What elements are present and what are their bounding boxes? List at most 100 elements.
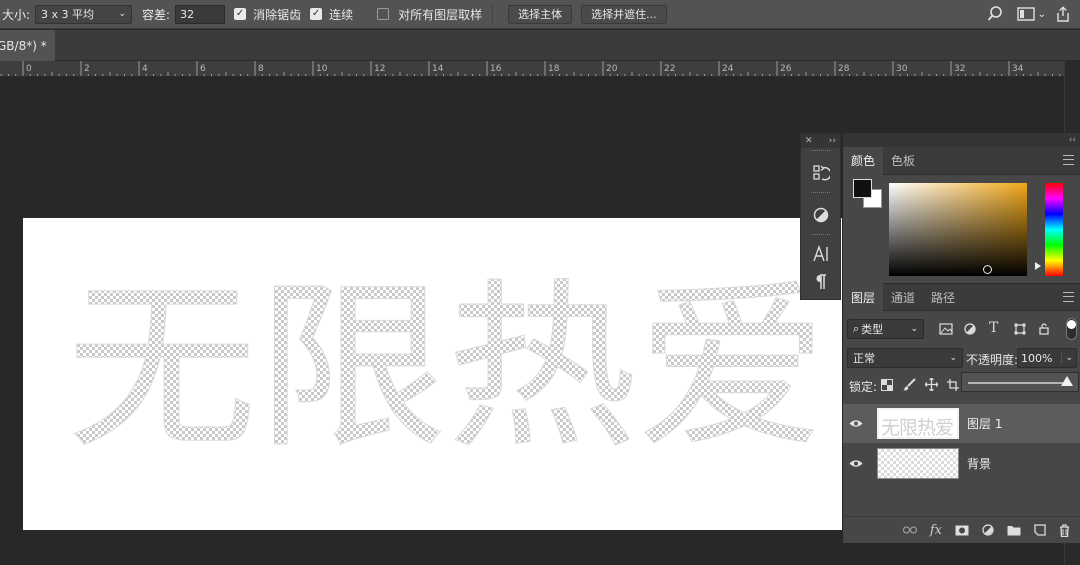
lock-position-icon[interactable] (925, 378, 938, 391)
chevron-down-icon: ⌄ (910, 324, 918, 334)
adjustment-icon[interactable] (982, 524, 994, 536)
ruler-label: 24 (722, 64, 734, 74)
adjustment-filter-icon[interactable] (964, 323, 976, 335)
grip[interactable] (811, 234, 830, 238)
type-filter-icon[interactable]: T (989, 320, 998, 336)
grip[interactable] (811, 150, 830, 154)
grip[interactable] (811, 192, 830, 196)
ruler-label: 20 (606, 64, 618, 74)
chevron-down-icon: ⌄ (118, 9, 127, 19)
search-icon[interactable] (987, 6, 1003, 22)
hue-slider[interactable] (1045, 183, 1063, 276)
tolerance-input[interactable]: 32 (175, 4, 226, 24)
visibility-eye-icon[interactable] (843, 419, 869, 428)
layer-thumbnail: 无限热爱 (877, 408, 959, 439)
image-filter-icon[interactable] (939, 323, 953, 335)
visibility-eye-icon[interactable] (843, 459, 869, 468)
ruler-ticks: 0 2 4 6 8 10 12 14 16 18 20 22 24 26 28 30 32 34 (0, 61, 1061, 76)
ruler-label: 0 (26, 64, 32, 74)
blend-mode-select[interactable]: 正常 ⌄ (847, 348, 963, 368)
ruler-label: 32 (954, 64, 965, 74)
layer-row-background[interactable]: 背景 (843, 444, 1080, 483)
tab-layers[interactable]: 图层 (843, 283, 884, 311)
layer-filter-label: 类型 (861, 323, 884, 336)
tolerance-label: 容差: (142, 7, 171, 22)
share-icon[interactable] (1055, 5, 1071, 23)
chevron-down-icon[interactable]: ⌄ (1038, 9, 1046, 20)
adjustments-icon[interactable] (801, 198, 840, 232)
hue-slider-handle[interactable] (1035, 262, 1041, 270)
tab-paths[interactable]: 路径 (923, 283, 963, 311)
ruler-label: 16 (490, 64, 502, 74)
horizontal-ruler: 0 2 4 6 8 10 12 14 16 18 20 22 24 26 28 30 32 34 (0, 61, 1064, 77)
collapse-icon[interactable]: ›› (829, 136, 836, 146)
foreground-color-swatch[interactable] (853, 179, 872, 198)
ruler-label: 26 (780, 64, 792, 74)
panel-tool-strip: ✕ ›› (800, 133, 841, 300)
select-and-mask-button[interactable]: 选择并遮住... (581, 4, 667, 24)
blend-mode-value: 正常 (853, 352, 875, 365)
color-panel (843, 175, 1080, 283)
ruler-label: 34 (1012, 64, 1024, 74)
select-subject-button[interactable]: 选择主体 (508, 4, 573, 24)
sample-size-select[interactable]: 3 x 3 平均 ⌄ (35, 4, 133, 24)
tab-swatches[interactable]: 色板 (883, 147, 923, 175)
opacity-label: 不透明度: (966, 353, 1019, 367)
ruler-label: 22 (664, 64, 675, 74)
sample-all-layers-label: 对所有图层取样 (398, 7, 483, 22)
panel-menu-icon[interactable] (1063, 155, 1074, 165)
opacity-slider-popup[interactable] (961, 372, 1079, 392)
lock-label: 锁定: (849, 380, 878, 394)
tool-strip-header: ✕ ›› (801, 134, 840, 148)
panel-dock-header: ‹‹ (843, 133, 1080, 147)
ruler-label: 18 (548, 64, 560, 74)
panel-menu-icon[interactable] (1063, 292, 1074, 302)
ruler-label: 10 (316, 64, 328, 74)
smart-object-filter-icon[interactable] (1038, 323, 1050, 335)
tab-channels[interactable]: 通道 (883, 283, 923, 311)
folder-icon[interactable] (1007, 525, 1021, 536)
opacity-slider-handle[interactable] (1061, 376, 1073, 386)
opacity-value: 100% (1021, 351, 1053, 365)
history-icon[interactable] (801, 156, 840, 190)
opacity-input[interactable]: 100% ⌄ (1017, 348, 1077, 368)
document-canvas[interactable]: 无限热爱 (23, 218, 843, 530)
lock-transparent-pixels-icon[interactable] (881, 379, 893, 391)
layer-thumbnail-text: 无限热爱 (881, 417, 954, 439)
antialias-checkbox[interactable]: ✓ (234, 8, 247, 20)
workspace-icon[interactable] (1016, 7, 1035, 21)
ruler-label: 2 (84, 64, 90, 74)
color-panel-tabs: 颜色 色板 (843, 146, 1080, 175)
opacity-slider-track[interactable] (968, 382, 1068, 384)
fx-icon[interactable]: fx (930, 523, 942, 538)
lock-image-pixels-icon[interactable] (903, 378, 916, 391)
trash-icon[interactable] (1059, 523, 1070, 537)
filter-toggle[interactable] (1066, 318, 1077, 340)
tab-color[interactable]: 颜色 (843, 146, 884, 175)
collapse-panels-icon[interactable]: ‹‹ (1069, 135, 1076, 145)
antialias-label: 消除锯齿 (253, 7, 302, 22)
right-panel-dock: ‹‹ 颜色 色板 图层 通道 路径 ⌕ 类型 ⌄ T 正常 ⌄ 不透明度: 10… (842, 133, 1080, 543)
close-icon[interactable]: ✕ (805, 136, 813, 146)
ruler-label: 8 (258, 64, 264, 74)
layers-panel: ⌕ 类型 ⌄ T 正常 ⌄ 不透明度: 100% ⌄ 锁定: 无限热爱 图层 1… (843, 311, 1080, 543)
contiguous-checkbox[interactable]: ✓ (310, 8, 323, 20)
ruler-label: 12 (374, 64, 385, 74)
new-layer-icon[interactable] (1034, 524, 1046, 536)
shape-filter-icon[interactable] (1014, 323, 1026, 335)
lock-artboard-icon[interactable] (947, 379, 959, 391)
layer-row-layer-1[interactable]: 无限热爱 图层 1 (843, 404, 1080, 443)
options-bar: 大小: 3 x 3 平均 ⌄ 容差: 32 ✓ 消除锯齿 ✓ 连续 对所有图层取… (0, 0, 1080, 29)
layer-name: 图层 1 (967, 417, 1003, 431)
mask-icon[interactable] (955, 525, 969, 536)
character-icon[interactable] (801, 240, 840, 268)
document-tab[interactable]: GB/8*) * (0, 30, 55, 61)
sample-all-layers-checkbox[interactable] (377, 8, 390, 20)
color-picker-cursor[interactable] (982, 264, 993, 275)
sample-size-value: 3 x 3 平均 (41, 8, 95, 21)
layer-filter-select[interactable]: ⌕ 类型 ⌄ (847, 319, 924, 339)
paragraph-icon[interactable] (801, 268, 840, 296)
color-field[interactable] (889, 183, 1027, 276)
chevron-down-icon: ⌄ (949, 353, 957, 363)
link-icon[interactable] (902, 526, 917, 534)
